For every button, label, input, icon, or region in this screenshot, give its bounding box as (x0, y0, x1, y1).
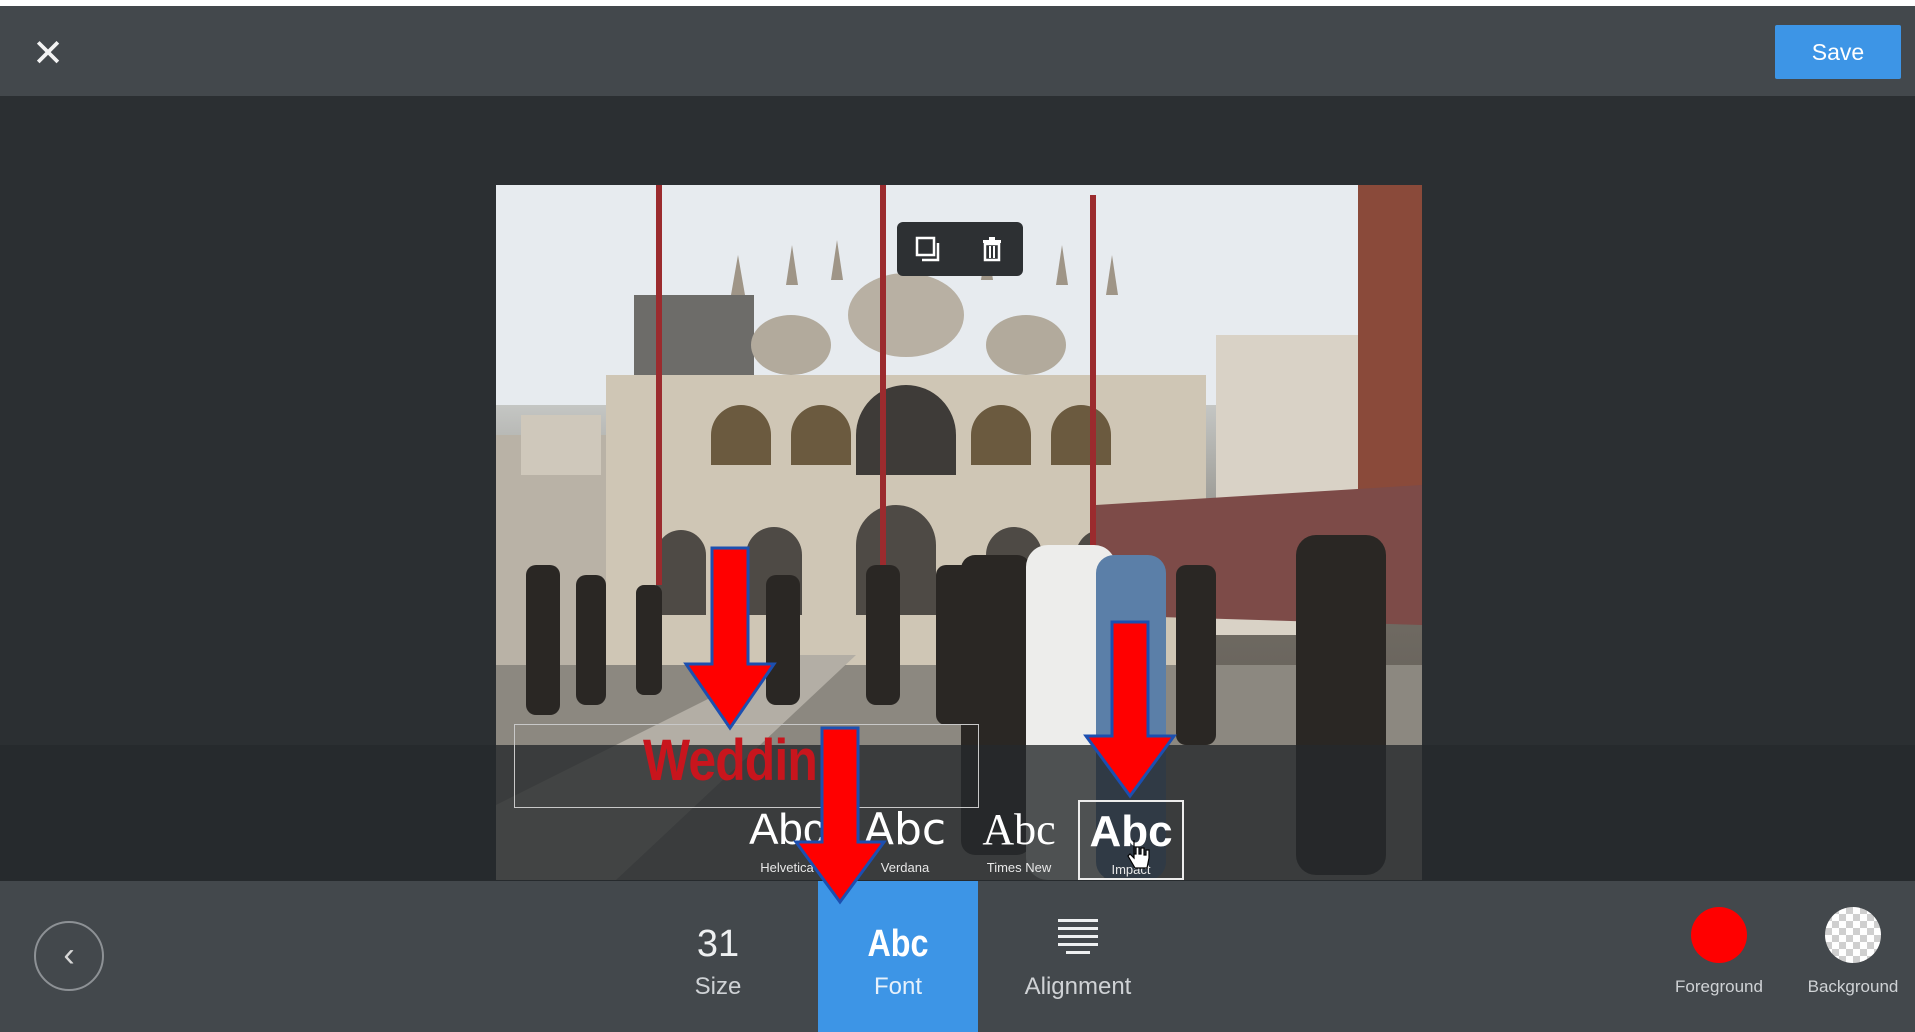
font-tool-sample: Abc (867, 923, 929, 965)
size-label: Size (694, 973, 742, 1000)
align-justify-icon (1058, 919, 1098, 954)
alignment-label: Alignment (1024, 973, 1132, 1000)
size-value: 31 (696, 923, 740, 965)
background-color-swatch[interactable] (1825, 907, 1881, 963)
save-button[interactable]: Save (1775, 25, 1901, 79)
background-label: Background (1807, 977, 1899, 996)
text-element-content: Weddin (643, 728, 818, 793)
text-element[interactable]: Weddin (514, 724, 979, 808)
font-sample: Abc (982, 805, 1056, 854)
annotation-arrow-down (683, 546, 777, 731)
trash-icon[interactable] (977, 234, 1007, 264)
size-tool[interactable]: 31 Size (638, 881, 798, 1032)
pointer-cursor-icon (1127, 840, 1150, 869)
text-floating-toolbar (897, 222, 1023, 276)
foreground-color-swatch[interactable] (1691, 907, 1747, 963)
font-name: Times New (986, 860, 1052, 875)
font-option-times-new-roman[interactable]: Abc Times New (966, 800, 1072, 880)
annotation-arrow-down (1083, 620, 1177, 799)
top-toolbar: ✕ Save (0, 0, 1915, 96)
annotation-arrow-down (793, 726, 887, 905)
foreground-label: Foreground (1675, 977, 1763, 996)
close-button[interactable]: ✕ (28, 34, 68, 74)
bottom-toolbar: ‹ 31 Size Abc Font Alignment Foreground … (0, 881, 1915, 1032)
back-button[interactable]: ‹ (34, 921, 104, 991)
duplicate-icon[interactable] (913, 234, 943, 264)
alignment-tool[interactable]: Alignment (998, 881, 1158, 1032)
font-label: Font (873, 973, 923, 1000)
